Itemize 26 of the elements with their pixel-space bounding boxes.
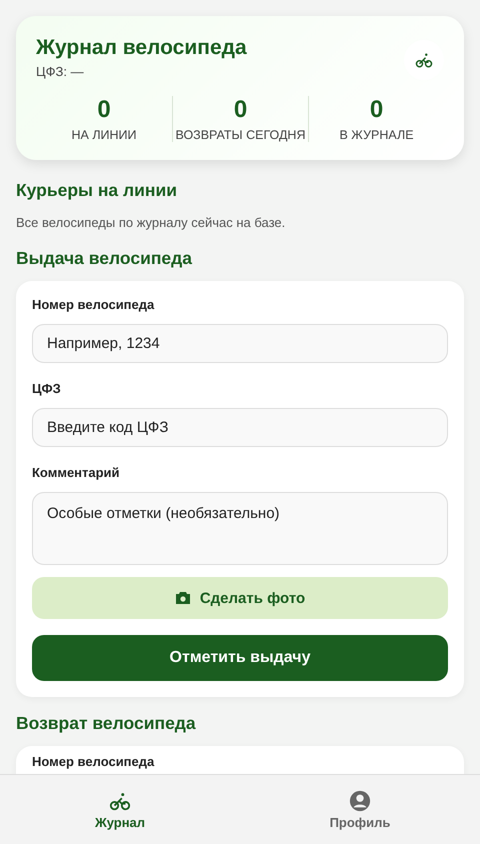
section-title: Возврат велосипеда: [16, 713, 197, 734]
profile-icon: [349, 790, 371, 812]
input-field[interactable]: Например, 1234: [32, 324, 448, 363]
stat-label: В ЖУРНАЛЕ: [339, 128, 414, 142]
stat-label: ВОЗВРАТЫ СЕГОДНЯ: [176, 128, 306, 142]
field-label: Номер велосипеда: [32, 754, 156, 769]
field-label: ЦФЗ: [32, 381, 62, 396]
field-label: Комментарий: [32, 465, 121, 480]
comment-field[interactable]: Особые отметки (необязательно): [32, 492, 448, 565]
submit-button[interactable]: Отметить выдачу: [32, 635, 448, 681]
subtitle: ЦФЗ: —: [36, 64, 85, 79]
nav-tab[interactable]: Журнал: [0, 775, 240, 844]
input-field[interactable]: Введите код ЦФЗ: [32, 408, 448, 447]
section-title: Курьеры на линии: [16, 180, 178, 201]
stat-value: 0: [97, 96, 111, 124]
stat-value: 0: [234, 96, 248, 124]
empty-message: Все велосипеды по журналу сейчас на базе.: [16, 215, 286, 230]
nav-tab[interactable]: Профиль: [240, 775, 480, 844]
photo-button[interactable]: Сделать фото: [32, 577, 448, 619]
page-title: Журнал велосипеда: [36, 36, 247, 60]
stat-label: НА ЛИНИИ: [71, 128, 137, 142]
field-label: Номер велосипеда: [32, 297, 156, 312]
section-title: Выдача велосипеда: [16, 248, 194, 269]
camera-icon: [174, 591, 191, 605]
bicycle-icon: [415, 51, 433, 69]
stat-value: 0: [370, 96, 384, 124]
